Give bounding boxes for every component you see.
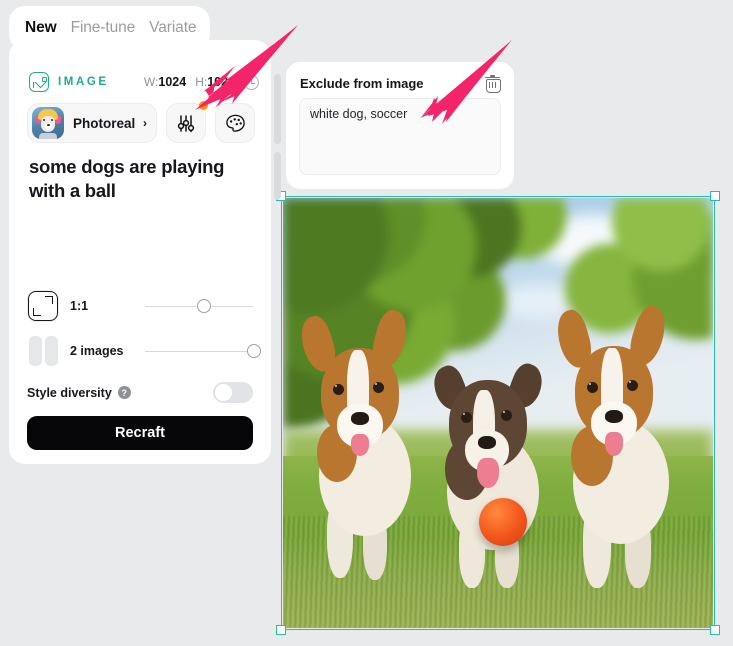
style-row: Photoreal › bbox=[27, 101, 255, 143]
style-selector[interactable]: Photoreal › bbox=[27, 103, 157, 143]
image-count-slider[interactable] bbox=[145, 343, 261, 359]
chevron-right-icon: › bbox=[143, 116, 147, 130]
palette-icon bbox=[225, 114, 245, 132]
recraft-button[interactable]: Recraft bbox=[27, 416, 253, 450]
prompt-text[interactable]: some dogs are playing with a ball bbox=[29, 155, 255, 204]
trash-icon[interactable] bbox=[485, 75, 501, 93]
clock-icon[interactable] bbox=[244, 74, 259, 90]
sliders-icon bbox=[177, 115, 195, 133]
image-canvas[interactable] bbox=[276, 191, 720, 635]
resize-handle-top-right[interactable] bbox=[710, 191, 720, 201]
style-thumbnail bbox=[32, 107, 64, 139]
settings-button[interactable] bbox=[166, 101, 208, 143]
exclude-textarea[interactable]: white dog, soccer bbox=[299, 98, 501, 175]
tab-new[interactable]: New bbox=[25, 19, 57, 37]
image-count-icon[interactable] bbox=[27, 336, 59, 366]
tab-variate[interactable]: Variate bbox=[149, 19, 196, 37]
panel-scrollbar-thumb[interactable] bbox=[274, 74, 281, 144]
aspect-ratio-row: 1:1 bbox=[27, 290, 253, 322]
exclude-header: Exclude from image bbox=[300, 75, 501, 93]
panel-header: IMAGE W:1024 H:1024 bbox=[29, 72, 259, 92]
palette-button[interactable] bbox=[215, 103, 255, 143]
exclude-from-image-panel: Exclude from image white dog, soccer bbox=[286, 62, 514, 189]
aspect-ratio-slider[interactable] bbox=[145, 298, 253, 314]
image-icon bbox=[29, 72, 49, 92]
dimensions: W:1024 H:1024 bbox=[143, 74, 259, 90]
selection-border bbox=[281, 196, 715, 630]
resize-handle-bottom-left[interactable] bbox=[276, 625, 286, 635]
help-icon[interactable]: ? bbox=[117, 386, 131, 399]
style-diversity-row: Style diversity ? bbox=[27, 382, 253, 403]
tab-fine-tune[interactable]: Fine-tune bbox=[71, 19, 136, 37]
mode-tabs: New Fine-tune Variate bbox=[9, 6, 210, 50]
height-value: H:1024 bbox=[195, 75, 235, 89]
style-name: Photoreal bbox=[73, 115, 136, 131]
resize-handle-bottom-right[interactable] bbox=[710, 625, 720, 635]
app-root: New Fine-tune Variate IMAGE W:1024 H:102… bbox=[0, 0, 733, 646]
generator-panel: IMAGE W:1024 H:1024 Photoreal › some dog… bbox=[9, 40, 271, 464]
style-diversity-toggle[interactable] bbox=[213, 382, 253, 403]
width-value: W:1024 bbox=[143, 75, 187, 89]
aspect-ratio-label: 1:1 bbox=[70, 299, 89, 313]
exclude-title: Exclude from image bbox=[300, 75, 424, 91]
panel-scrollbar-thumb-secondary[interactable] bbox=[274, 152, 281, 200]
aspect-ratio-icon[interactable] bbox=[27, 290, 59, 322]
image-count-row: 2 images bbox=[27, 336, 261, 366]
style-diversity-label: Style diversity bbox=[27, 385, 112, 400]
new-indicator-dot bbox=[199, 101, 208, 110]
panel-type-label: IMAGE bbox=[58, 76, 109, 88]
exclude-text-value: white dog, soccer bbox=[310, 107, 408, 121]
image-count-label: 2 images bbox=[70, 344, 124, 358]
